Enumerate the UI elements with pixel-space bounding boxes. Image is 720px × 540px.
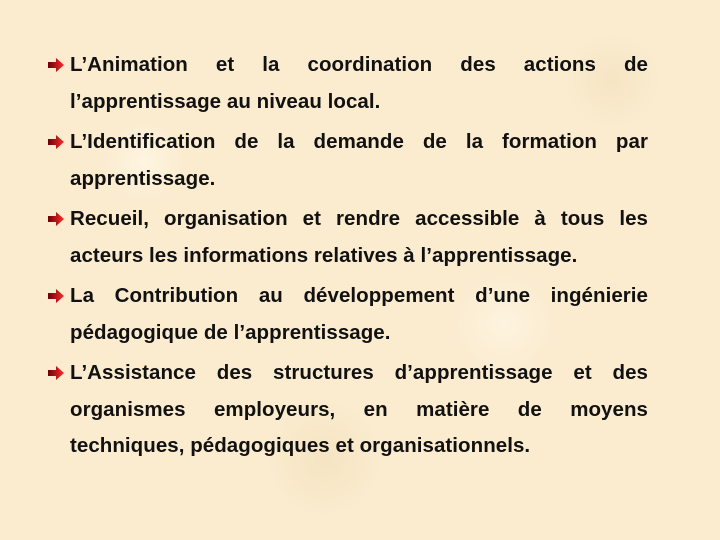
list-item: L’Animation et la coordination des actio… — [44, 47, 648, 120]
list-item-text: Recueil, organisation et rendre accessib… — [70, 207, 648, 267]
list-item-text: La Contribution au développement d’une i… — [70, 284, 648, 344]
red-arrow-right-icon — [48, 212, 64, 226]
list-item: L’Identification de la demande de la for… — [44, 124, 648, 197]
red-arrow-right-icon — [48, 58, 64, 72]
list-item-text: L’Assistance des structures d’apprentiss… — [70, 361, 648, 457]
list-item: Recueil, organisation et rendre accessib… — [44, 201, 648, 274]
list-item-text: L’Identification de la demande de la for… — [70, 130, 648, 190]
red-arrow-right-icon — [48, 135, 64, 149]
bullet-list: L’Animation et la coordination des actio… — [44, 47, 648, 469]
list-item: La Contribution au développement d’une i… — [44, 278, 648, 351]
list-item-text: L’Animation et la coordination des actio… — [70, 53, 648, 113]
red-arrow-right-icon — [48, 289, 64, 303]
red-arrow-right-icon — [48, 366, 64, 380]
list-item: L’Assistance des structures d’apprentiss… — [44, 355, 648, 465]
